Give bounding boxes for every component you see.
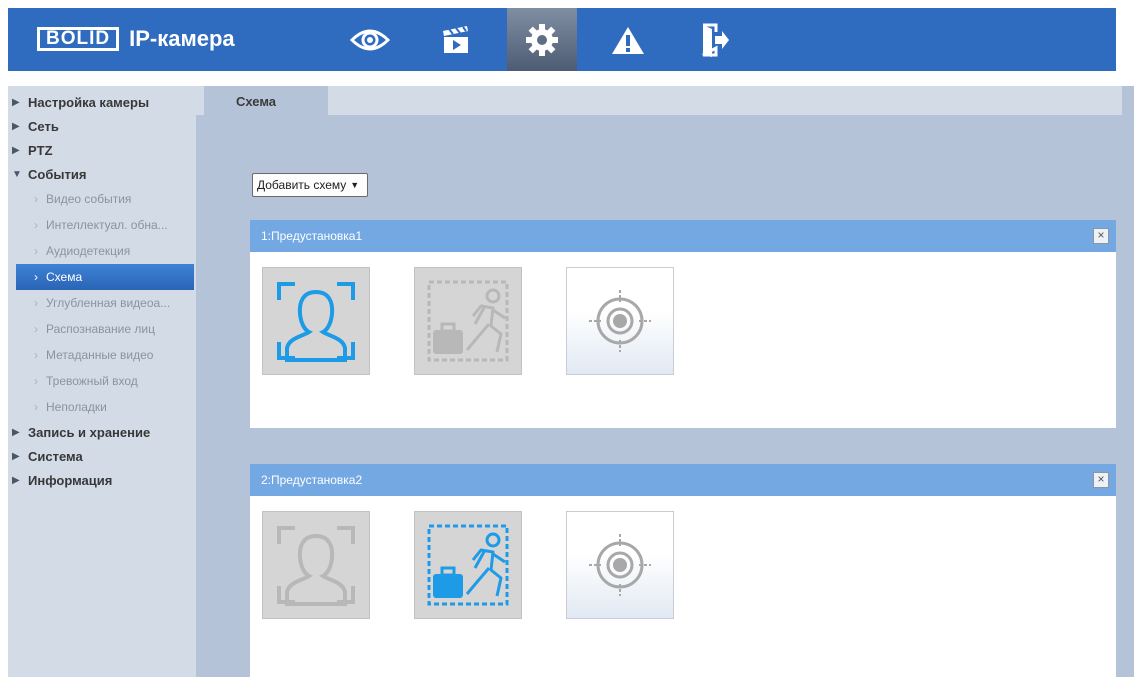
preset-title: 2:Предустановка2 [261, 473, 363, 487]
preset-panel-2: 2:Предустановка2 × [250, 464, 1116, 677]
nav-playback[interactable] [421, 8, 491, 71]
chevron-right-icon: › [34, 322, 38, 336]
expand-arrow-icon: ▶ [12, 426, 20, 438]
sidebar-subitem-deep-video-analytics[interactable]: › Углубленная видеоа... [8, 290, 196, 316]
sidebar-subitem-scheme[interactable]: › Схема [16, 264, 194, 290]
sidebar-item-label: Настройка камеры [28, 94, 150, 110]
sidebar-item-label: Сеть [28, 118, 59, 134]
logo: BOLID IP-камера [37, 24, 235, 54]
collapse-arrow-icon: ▼ [12, 168, 22, 180]
sidebar-subitem-faults[interactable]: › Неполадки [8, 394, 196, 420]
chevron-right-icon: › [34, 296, 38, 310]
sidebar-item-storage[interactable]: ▶ Запись и хранение [8, 420, 196, 444]
eye-icon [350, 29, 390, 50]
sidebar-item-label: Запись и хранение [28, 424, 151, 440]
sidebar-subitem-label: Аудиодетекция [46, 244, 131, 258]
sidebar-subitem-label: Неполадки [46, 400, 107, 414]
sidebar-subitem-face-recognition[interactable]: › Распознавание лиц [8, 316, 196, 342]
main-content: Схема Добавить схему ▼ 1:Предустановка1 … [196, 86, 1134, 677]
nav-settings[interactable] [507, 8, 577, 71]
running-person-icon [427, 280, 509, 362]
preset-header: 1:Предустановка1 × [250, 220, 1116, 252]
target-tracking-tile[interactable] [566, 511, 674, 619]
sidebar-item-label: Информация [28, 472, 113, 488]
sidebar-subitem-label: Углубленная видеоа... [46, 296, 171, 310]
sidebar-item-network[interactable]: ▶ Сеть [8, 114, 196, 138]
target-tracking-tile[interactable] [566, 267, 674, 375]
sidebar-subitem-video-metadata[interactable]: › Метаданные видео [8, 342, 196, 368]
sidebar-subitem-label: Схема [46, 270, 83, 284]
intrusion-detection-tile[interactable] [414, 511, 522, 619]
logo-box: BOLID [37, 27, 120, 51]
tab-scheme[interactable]: Схема [204, 86, 328, 115]
close-icon[interactable]: × [1093, 228, 1109, 244]
nav-alarm[interactable] [593, 8, 663, 71]
sidebar-item-label: События [28, 166, 87, 182]
expand-arrow-icon: ▶ [12, 96, 20, 108]
sidebar-item-events[interactable]: ▼ События [8, 162, 196, 186]
sidebar-subitem-label: Интеллектуал. обна... [46, 218, 168, 232]
chevron-right-icon: › [34, 270, 38, 284]
expand-arrow-icon: ▶ [12, 474, 20, 486]
clapperboard-icon [443, 25, 468, 53]
target-icon [589, 534, 651, 596]
add-scheme-label: Добавить схему [257, 178, 347, 192]
running-person-icon [427, 524, 509, 606]
intrusion-detection-tile[interactable] [414, 267, 522, 375]
expand-arrow-icon: ▶ [12, 450, 20, 462]
face-icon [277, 526, 355, 606]
sidebar-item-label: Система [28, 448, 83, 464]
tab-bar: Схема [196, 86, 1122, 115]
sidebar-item-information[interactable]: ▶ Информация [8, 468, 196, 492]
nav-logout[interactable] [680, 8, 750, 71]
preset-panel-1: 1:Предустановка1 × [250, 220, 1116, 428]
face-detection-tile[interactable] [262, 267, 370, 375]
sidebar-subitem-label: Распознавание лиц [46, 322, 155, 336]
sidebar-item-ptz[interactable]: ▶ PTZ [8, 138, 196, 162]
sidebar-subitem-label: Тревожный вход [46, 374, 138, 388]
sidebar-item-system[interactable]: ▶ Система [8, 444, 196, 468]
warning-icon [612, 26, 644, 54]
chevron-right-icon: › [34, 218, 38, 232]
nav-live-view[interactable] [335, 8, 405, 71]
sidebar-item-camera-settings[interactable]: ▶ Настройка камеры [8, 90, 196, 114]
face-detection-tile[interactable] [262, 511, 370, 619]
chevron-right-icon: › [34, 374, 38, 388]
sidebar: ▶ Настройка камеры ▶ Сеть ▶ PTZ ▼ События › В… [8, 86, 196, 677]
sidebar-subitem-label: Видео события [46, 192, 132, 206]
add-scheme-dropdown[interactable]: Добавить схему ▼ [252, 173, 369, 197]
sidebar-subitem-label: Метаданные видео [46, 348, 154, 362]
sidebar-subitem-video-events[interactable]: › Видео события [8, 186, 196, 212]
sidebar-subitem-audio-detection[interactable]: › Аудиодетекция [8, 238, 196, 264]
preset-title: 1:Предустановка1 [261, 229, 363, 243]
sidebar-subitem-alarm-input[interactable]: › Тревожный вход [8, 368, 196, 394]
caret-down-icon: ▼ [350, 180, 360, 190]
close-icon[interactable]: × [1093, 472, 1109, 488]
sidebar-subitem-smart-detection[interactable]: › Интеллектуал. обна... [8, 212, 196, 238]
target-icon [589, 290, 651, 352]
expand-arrow-icon: ▶ [12, 120, 20, 132]
preset-header: 2:Предустановка2 × [250, 464, 1116, 496]
sidebar-item-label: PTZ [28, 142, 53, 158]
expand-arrow-icon: ▶ [12, 144, 20, 156]
chevron-right-icon: › [34, 244, 38, 258]
chevron-right-icon: › [34, 348, 38, 362]
logout-icon [702, 23, 729, 57]
chevron-right-icon: › [34, 192, 38, 206]
gear-icon [526, 23, 558, 56]
chevron-right-icon: › [34, 400, 38, 414]
logo-text: IP-камера [129, 26, 235, 51]
face-icon [277, 282, 355, 362]
top-bar: BOLID IP-камера [8, 8, 1116, 71]
